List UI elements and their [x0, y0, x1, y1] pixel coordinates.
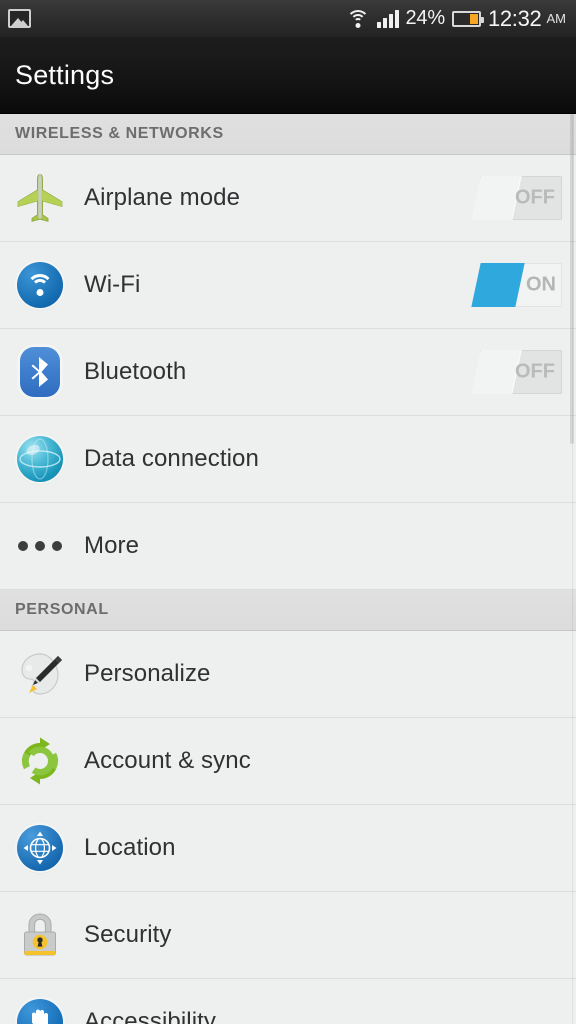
settings-list[interactable]: WIRELESS & NETWORKS Airplane mode OFF Wi… [0, 114, 576, 1024]
location-globe-icon [12, 820, 68, 876]
more-dots-icon [12, 518, 68, 574]
clock-ampm: AM [546, 11, 567, 26]
palette-brush-icon [12, 646, 68, 702]
bluetooth-icon [12, 344, 68, 400]
globe-icon-circle [17, 436, 63, 482]
bluetooth-glyph [31, 357, 48, 387]
page-title: Settings [15, 59, 115, 90]
signal-bars-icon [376, 9, 399, 28]
sidebar-item-label: Bluetooth [84, 358, 187, 385]
toggle-state-label: OFF [515, 186, 555, 209]
section-header-personal: PERSONAL [0, 590, 576, 631]
wifi-toggle[interactable]: ON [471, 263, 562, 307]
airplane-icon [12, 170, 68, 226]
globe-glyph [19, 438, 61, 480]
padlock-glyph [24, 913, 56, 956]
sidebar-item-label: Airplane mode [84, 184, 241, 211]
toggle-state-label: ON [526, 273, 556, 296]
wifi-icon [346, 9, 370, 28]
airplane-mode-toggle[interactable]: OFF [471, 176, 562, 220]
battery-percent-label: 24% [405, 7, 446, 29]
sync-arrows-glyph [22, 737, 58, 785]
hand-glyph [32, 1009, 48, 1024]
sidebar-item-label: Account & sync [84, 747, 251, 774]
sidebar-item-location[interactable]: Location [0, 805, 576, 892]
sidebar-item-account-sync[interactable]: Account & sync [0, 718, 576, 805]
toggle-state-label: OFF [515, 360, 555, 383]
sidebar-item-personalize[interactable]: Personalize [0, 631, 576, 718]
section-header-label: PERSONAL [15, 601, 109, 618]
sidebar-item-label: More [84, 532, 140, 559]
palette-brush-glyph [21, 653, 62, 695]
sidebar-item-bluetooth[interactable]: Bluetooth OFF [0, 329, 576, 416]
sync-arrows-icon [12, 733, 68, 789]
airplane-icon-svg [17, 173, 63, 222]
sidebar-item-security[interactable]: Security [0, 892, 576, 979]
sidebar-item-label: Accessibility [84, 1008, 216, 1024]
section-header-wireless: WIRELESS & NETWORKS [0, 114, 576, 155]
bluetooth-icon-badge [20, 347, 60, 397]
sidebar-item-label: Security [84, 921, 172, 948]
sidebar-item-label: Location [84, 834, 176, 861]
wifi-icon-circle [17, 262, 63, 308]
location-globe-glyph [23, 831, 57, 865]
sidebar-item-data-connection[interactable]: Data connection [0, 416, 576, 503]
accessibility-hand-icon [12, 994, 68, 1024]
padlock-icon [12, 907, 68, 963]
toggle-knob [471, 263, 525, 307]
photo-icon [8, 9, 31, 28]
wifi-icon [12, 257, 68, 313]
more-dots-glyph [18, 541, 62, 551]
accessibility-icon-circle [17, 999, 63, 1024]
battery-icon [451, 10, 484, 27]
wifi-glyph [26, 274, 54, 296]
sidebar-item-more[interactable]: More [0, 503, 576, 590]
status-bar: 24% 12:32 AM [0, 0, 576, 37]
globe-icon [12, 431, 68, 487]
sidebar-item-airplane-mode[interactable]: Airplane mode OFF [0, 155, 576, 242]
sidebar-item-label: Personalize [84, 660, 211, 687]
sidebar-item-wifi[interactable]: Wi-Fi ON [0, 242, 576, 329]
action-bar: Settings [0, 37, 576, 114]
scrollbar-thumb[interactable] [570, 114, 574, 444]
section-header-label: WIRELESS & NETWORKS [15, 125, 224, 142]
status-bar-right: 24% 12:32 AM [346, 5, 567, 32]
status-bar-left [8, 9, 31, 28]
bluetooth-toggle[interactable]: OFF [471, 350, 562, 394]
clock-time: 12:32 [487, 5, 542, 31]
sidebar-item-label: Data connection [84, 445, 259, 472]
phone-screen: 24% 12:32 AM Settings WIRELESS & NETWORK… [0, 0, 576, 1024]
location-icon-circle [17, 825, 63, 871]
sidebar-item-label: Wi-Fi [84, 271, 141, 298]
sidebar-item-accessibility[interactable]: Accessibility [0, 979, 576, 1024]
